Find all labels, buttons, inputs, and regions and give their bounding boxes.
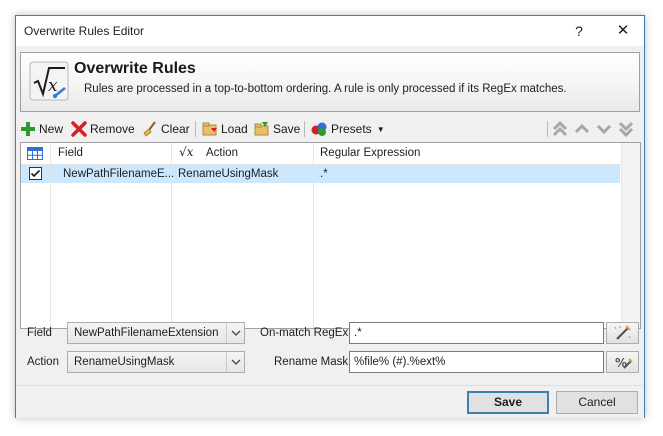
load-folder-icon xyxy=(202,122,217,136)
rename-mask-input[interactable]: %file% (#).%ext% xyxy=(349,351,604,373)
action-sqrt-x-icon: √x xyxy=(179,145,194,159)
column-divider xyxy=(313,143,314,328)
header-title: Overwrite Rules xyxy=(74,60,196,77)
row-field-cell: NewPathFilenameE... xyxy=(63,168,175,180)
column-header-regex[interactable]: Regular Expression xyxy=(320,147,420,159)
red-x-icon xyxy=(71,121,87,137)
cancel-button[interactable]: Cancel xyxy=(556,391,638,414)
svg-text:x: x xyxy=(48,76,58,96)
action-label: Action xyxy=(27,356,59,368)
move-up-icon[interactable] xyxy=(572,119,592,139)
remove-button[interactable]: Remove xyxy=(71,119,135,139)
rules-grid[interactable]: Field √x Action Regular Expression NewPa… xyxy=(20,142,641,329)
close-button[interactable]: ✕ xyxy=(608,19,638,43)
toolbar-separator xyxy=(547,121,548,137)
overwrite-rules-editor-window: Overwrite Rules Editor ? ✕ x Overwrite R… xyxy=(15,15,645,418)
move-to-top-icon[interactable] xyxy=(550,119,570,139)
save-button[interactable]: Save xyxy=(467,391,549,414)
load-label: Load xyxy=(221,122,248,136)
header-description: Rules are processed in a top-to-bottom o… xyxy=(84,83,567,95)
table-row[interactable]: NewPathFilenameE... RenameUsingMask .* xyxy=(21,165,620,183)
rename-mask-value: %file% (#).%ext% xyxy=(354,356,446,368)
save-folder-icon xyxy=(254,122,269,136)
save-toolbar-button[interactable]: Save xyxy=(254,119,300,139)
remove-label: Remove xyxy=(90,122,135,136)
field-label: Field xyxy=(27,327,52,339)
column-header-field[interactable]: Field xyxy=(58,147,83,159)
title-bar: Overwrite Rules Editor ? ✕ xyxy=(16,16,644,46)
dialog-footer: Save Cancel xyxy=(16,385,644,418)
regex-wand-button[interactable] xyxy=(606,322,639,344)
column-header-action[interactable]: Action xyxy=(206,147,238,159)
new-label: New xyxy=(39,122,64,136)
square-root-x-icon: x xyxy=(29,61,69,101)
save-toolbar-label: Save xyxy=(273,122,301,136)
chevron-down-icon xyxy=(226,352,244,372)
onmatch-regex-label: On-match RegEx xyxy=(260,327,349,339)
load-button[interactable]: Load xyxy=(202,119,248,139)
new-button[interactable]: New xyxy=(20,119,63,139)
move-down-icon[interactable] xyxy=(594,119,614,139)
toolbar: New Remove Clear Load Save Presets ▼ xyxy=(16,117,644,141)
chevron-down-icon xyxy=(226,323,244,343)
header-banner: x Overwrite Rules Rules are processed in… xyxy=(20,52,640,112)
clear-button[interactable]: Clear xyxy=(142,119,190,139)
percent-wand-icon: % xyxy=(615,356,633,370)
magic-wand-icon xyxy=(614,325,631,340)
row-regex-cell: .* xyxy=(320,168,328,180)
row-checkbox[interactable] xyxy=(29,167,42,180)
dropdown-caret-icon: ▼ xyxy=(376,124,385,134)
column-divider xyxy=(50,143,51,328)
onmatch-regex-input[interactable]: .* xyxy=(349,322,604,344)
window-title: Overwrite Rules Editor xyxy=(24,24,145,38)
plus-icon xyxy=(21,122,35,136)
column-divider xyxy=(171,143,172,328)
action-dropdown-value: RenameUsingMask xyxy=(74,356,175,368)
field-dropdown-value: NewPathFilenameExtension xyxy=(74,327,219,339)
vertical-scrollbar[interactable] xyxy=(621,143,640,328)
onmatch-regex-value: .* xyxy=(354,327,362,339)
action-dropdown[interactable]: RenameUsingMask xyxy=(67,351,245,373)
presets-label: Presets xyxy=(331,122,372,136)
move-to-bottom-icon[interactable] xyxy=(616,119,636,139)
grid-header: Field √x Action Regular Expression xyxy=(21,143,640,165)
field-dropdown[interactable]: NewPathFilenameExtension xyxy=(67,322,245,344)
toolbar-separator xyxy=(195,121,196,137)
help-button[interactable]: ? xyxy=(564,19,594,43)
clear-label: Clear xyxy=(161,122,190,136)
presets-button[interactable]: Presets ▼ xyxy=(311,119,385,139)
toolbar-separator xyxy=(304,121,305,137)
mask-helper-button[interactable]: % xyxy=(606,351,639,373)
rename-mask-label: Rename Mask xyxy=(274,356,349,368)
row-action-cell: RenameUsingMask xyxy=(178,168,279,180)
presets-circles-icon xyxy=(311,122,327,136)
broom-icon xyxy=(143,121,156,137)
table-grid-icon[interactable] xyxy=(27,147,43,160)
